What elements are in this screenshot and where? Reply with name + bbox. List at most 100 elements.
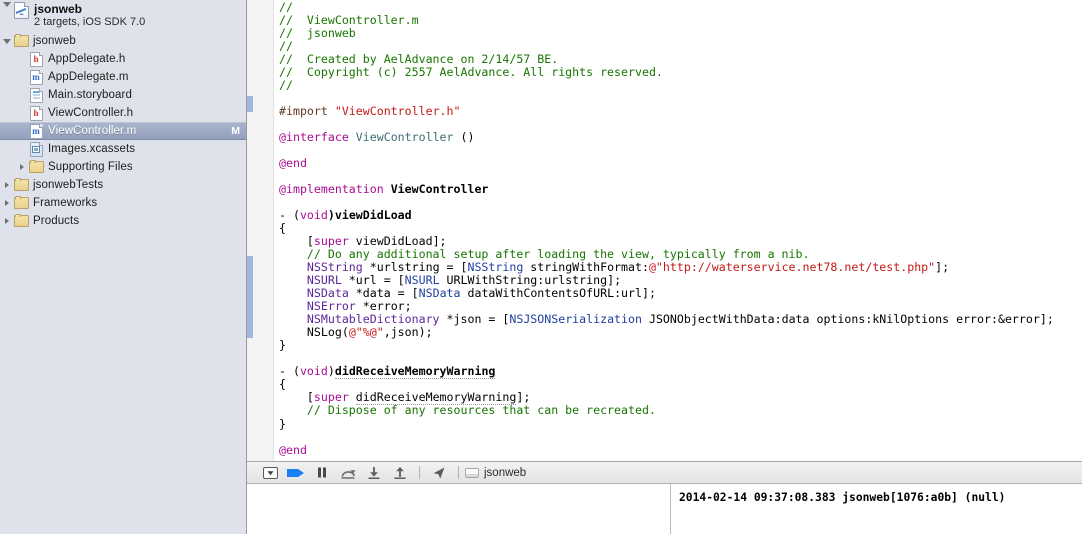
- code-line: - (void)viewDidLoad: [279, 209, 1082, 222]
- code-token: {: [279, 221, 286, 236]
- implementation-file-icon: m: [28, 69, 44, 85]
- code-token: *data = [: [348, 286, 419, 301]
- code-line: @end: [279, 157, 1082, 170]
- sidebar-item-label: ViewController.h: [48, 107, 134, 119]
- code-token: #import: [279, 104, 335, 119]
- code-token: void: [299, 364, 328, 379]
- code-token: )viewDidLoad: [327, 208, 412, 223]
- code-token: NSData: [418, 286, 461, 301]
- debug-toolbar[interactable]: jsonweb: [247, 461, 1082, 484]
- source-editor[interactable]: //// ViewController.m// jsonweb//// Crea…: [247, 0, 1082, 461]
- step-into-button[interactable]: [361, 462, 387, 484]
- code-token: *urlstring = [: [362, 260, 468, 275]
- sidebar-item-frameworks[interactable]: Frameworks: [0, 194, 246, 212]
- continue-arrow-icon: [287, 468, 304, 477]
- xcode-project-icon: [13, 2, 29, 19]
- code-token: // jsonweb: [279, 26, 356, 41]
- code-token: viewDidLoad];: [348, 234, 447, 249]
- code-token: - (: [279, 208, 300, 223]
- step-out-button[interactable]: [387, 462, 413, 484]
- sidebar-item-appdelegate-h[interactable]: h AppDelegate.h: [0, 50, 246, 68]
- sidebar-item-viewcontroller-m[interactable]: m ViewController.m M: [0, 122, 246, 140]
- pause-button[interactable]: [309, 462, 335, 484]
- code-token: {: [279, 377, 286, 392]
- code-token: }: [279, 338, 286, 353]
- code-token: NSJSONSerialization: [509, 312, 642, 327]
- code-token: NSString: [467, 260, 524, 275]
- code-token: void: [299, 208, 328, 223]
- code-token: *url = [: [341, 273, 405, 288]
- location-arrow-icon: [433, 467, 445, 478]
- code-line: //: [279, 79, 1082, 92]
- code-token: super: [313, 390, 349, 405]
- code-line: #import "ViewController.h": [279, 105, 1082, 118]
- code-token: NSMutableDictionary: [306, 312, 440, 327]
- code-token: // Dispose of any resources that can be …: [279, 403, 656, 418]
- code-token: URLWithString:urlstring];: [439, 273, 622, 288]
- xcode-window: jsonweb 2 targets, iOS SDK 7.0 jsonweb h App…: [0, 0, 1082, 534]
- code-token: NSError: [306, 299, 356, 314]
- sidebar-item-products[interactable]: Products: [0, 212, 246, 230]
- project-name: jsonweb: [34, 2, 83, 16]
- code-token: // Created by AelAdvance on 2/14/57 BE.: [279, 52, 559, 67]
- project-root-row[interactable]: jsonweb 2 targets, iOS SDK 7.0: [0, 0, 246, 32]
- code-content[interactable]: //// ViewController.m// jsonweb//// Crea…: [274, 0, 1082, 461]
- code-line: }: [279, 339, 1082, 352]
- disclosure-triangle[interactable]: [0, 218, 13, 224]
- code-token: - (: [279, 364, 300, 379]
- debug-breadcrumb-label[interactable]: jsonweb: [484, 467, 526, 479]
- code-token: "ViewController.h": [334, 104, 461, 119]
- disclosure-triangle[interactable]: [0, 2, 13, 7]
- change-marker: [247, 256, 253, 338]
- sidebar-item-supporting-files[interactable]: Supporting Files: [0, 158, 246, 176]
- folder-icon: [13, 33, 29, 47]
- sidebar-item-appdelegate-m[interactable]: m AppDelegate.m: [0, 68, 246, 86]
- disclosure-triangle[interactable]: [0, 200, 13, 206]
- disclosure-triangle[interactable]: [0, 38, 13, 44]
- code-line: @implementation ViewController: [279, 183, 1082, 196]
- console-output[interactable]: 2014-02-14 09:37:08.383 jsonweb[1076:a0b…: [671, 484, 1082, 534]
- editor-gutter[interactable]: [247, 0, 274, 461]
- triangle-in-box-icon: [262, 466, 278, 479]
- storyboard-file-icon: [28, 87, 44, 103]
- code-token: NSString: [306, 260, 363, 275]
- sidebar-item-label: jsonweb: [33, 35, 76, 47]
- sidebar-item-main-storyboard[interactable]: Main.storyboard: [0, 86, 246, 104]
- code-line: @end: [279, 442, 1082, 457]
- code-token: NSURL: [404, 273, 440, 288]
- sidebar-item-label: jsonwebTests: [33, 179, 104, 191]
- project-navigator[interactable]: jsonweb 2 targets, iOS SDK 7.0 jsonweb h App…: [0, 0, 247, 534]
- code-token: ViewController: [355, 130, 454, 145]
- folder-icon: [13, 195, 29, 209]
- simulate-location-button[interactable]: [426, 462, 452, 484]
- process-icon: [465, 467, 479, 478]
- variables-view[interactable]: [247, 484, 671, 534]
- code-token: @end: [279, 442, 307, 457]
- hide-debug-area-button[interactable]: [257, 462, 283, 484]
- sidebar-item-jsonwebtests[interactable]: jsonwebTests: [0, 176, 246, 194]
- sidebar-item-viewcontroller-h[interactable]: h ViewController.h: [0, 104, 246, 122]
- code-line: NSLog(@"%@",json);: [279, 326, 1082, 339]
- code-token: dataWithContentsOfURL:url];: [460, 286, 656, 301]
- code-token: [: [279, 234, 314, 249]
- sidebar-item-label: Products: [33, 215, 80, 227]
- step-over-button[interactable]: [335, 462, 361, 484]
- code-line: // Copyright (c) 2557 AelAdvance. All ri…: [279, 66, 1082, 79]
- disclosure-triangle[interactable]: [0, 182, 13, 188]
- sidebar-item-jsonweb[interactable]: jsonweb: [0, 32, 246, 50]
- sidebar-item-images-xcassets[interactable]: Images.xcassets: [0, 140, 246, 158]
- code-token: ,json);: [383, 325, 433, 340]
- disclosure-triangle[interactable]: [15, 164, 28, 170]
- code-token: super: [313, 234, 349, 249]
- pause-icon: [318, 467, 326, 478]
- folder-icon: [28, 159, 44, 173]
- continue-button[interactable]: [283, 462, 309, 484]
- toolbar-separator: [458, 466, 459, 479]
- change-marker: [247, 96, 253, 112]
